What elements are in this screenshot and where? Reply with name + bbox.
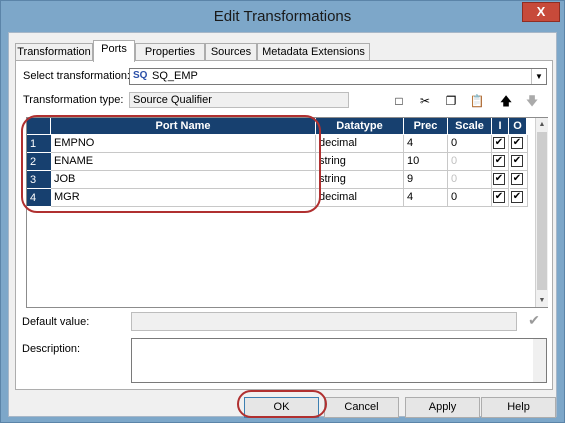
- port-name-cell[interactable]: MGR: [51, 189, 316, 207]
- output-port-checkbox[interactable]: ✔: [511, 137, 523, 149]
- description-field[interactable]: [131, 338, 547, 383]
- datatype-cell[interactable]: decimal: [316, 135, 404, 153]
- tab-metadata-extensions[interactable]: Metadata Extensions: [257, 43, 370, 61]
- prec-cell[interactable]: 10: [404, 153, 448, 171]
- table-row[interactable]: 1 EMPNO decimal 4 0 ✔ ✔: [27, 135, 537, 153]
- output-port-checkbox[interactable]: ✔: [511, 191, 523, 203]
- column-header-output[interactable]: O: [509, 118, 527, 134]
- help-button[interactable]: Help: [481, 397, 556, 418]
- scale-cell[interactable]: 0: [448, 135, 492, 153]
- input-port-checkbox[interactable]: ✔: [493, 191, 505, 203]
- input-port-checkbox[interactable]: ✔: [493, 173, 505, 185]
- description-label: Description:: [22, 343, 81, 355]
- close-button[interactable]: X: [522, 2, 560, 22]
- new-port-icon[interactable]: □: [390, 92, 408, 110]
- scale-cell[interactable]: 0: [448, 153, 492, 171]
- scale-cell[interactable]: 0: [448, 189, 492, 207]
- title-bar[interactable]: Edit Transformations X: [1, 1, 564, 32]
- row-header-corner: [27, 118, 51, 134]
- grid-vertical-scrollbar[interactable]: ▲ ▼: [535, 118, 548, 307]
- row-number[interactable]: 1: [27, 135, 51, 153]
- input-cell: ✔: [492, 135, 509, 153]
- output-port-checkbox[interactable]: ✔: [511, 173, 523, 185]
- output-cell: ✔: [510, 153, 528, 171]
- column-header-datatype[interactable]: Datatype: [316, 118, 404, 134]
- select-transformation-value: SQ_EMP: [152, 70, 198, 82]
- cut-icon[interactable]: ✂: [416, 92, 434, 110]
- select-transformation-label: Select transformation:: [23, 70, 130, 82]
- row-number[interactable]: 3: [27, 171, 51, 189]
- default-value-field[interactable]: [131, 312, 517, 331]
- move-down-icon[interactable]: 🡇: [523, 92, 541, 110]
- scale-cell[interactable]: 0: [448, 171, 492, 189]
- tab-properties[interactable]: Properties: [135, 43, 205, 61]
- cancel-button[interactable]: Cancel: [324, 397, 399, 418]
- table-row[interactable]: 4 MGR decimal 4 0 ✔ ✔: [27, 189, 537, 207]
- datatype-cell[interactable]: string: [316, 171, 404, 189]
- paste-icon[interactable]: 📋: [468, 92, 486, 110]
- chevron-down-icon[interactable]: ▼: [531, 69, 546, 84]
- ports-grid[interactable]: Port Name Datatype Prec Scale I O 1 EMPNO…: [26, 117, 548, 308]
- input-cell: ✔: [492, 189, 509, 207]
- port-name-cell[interactable]: ENAME: [51, 153, 316, 171]
- table-row[interactable]: 2 ENAME string 10 0 ✔ ✔: [27, 153, 537, 171]
- default-value-label: Default value:: [22, 316, 90, 328]
- dialog-client-area: Transformation Ports Properties Sources …: [8, 32, 557, 418]
- transformation-type-label: Transformation type:: [23, 94, 124, 106]
- port-name-cell[interactable]: JOB: [51, 171, 316, 189]
- copy-icon[interactable]: ❐: [442, 92, 460, 110]
- column-header-prec[interactable]: Prec: [404, 118, 448, 134]
- row-number[interactable]: 2: [27, 153, 51, 171]
- select-transformation-combo[interactable]: SQ SQ_EMP ▼: [129, 68, 547, 85]
- tab-sources[interactable]: Sources: [205, 43, 257, 61]
- ok-button[interactable]: OK: [244, 397, 319, 418]
- output-cell: ✔: [510, 135, 528, 153]
- tab-ports[interactable]: Ports: [93, 40, 135, 62]
- port-name-cell[interactable]: EMPNO: [51, 135, 316, 153]
- row-number[interactable]: 4: [27, 189, 51, 207]
- apply-button[interactable]: Apply: [405, 397, 480, 418]
- table-row[interactable]: 3 JOB string 9 0 ✔ ✔: [27, 171, 537, 189]
- description-scrollbar[interactable]: [533, 339, 546, 382]
- prec-cell[interactable]: 4: [404, 189, 448, 207]
- datatype-cell[interactable]: decimal: [316, 189, 404, 207]
- input-cell: ✔: [492, 171, 509, 189]
- scroll-down-icon[interactable]: ▼: [536, 294, 548, 307]
- prec-cell[interactable]: 9: [404, 171, 448, 189]
- output-cell: ✔: [510, 189, 528, 207]
- validate-check-icon[interactable]: ✔: [525, 312, 543, 330]
- datatype-cell[interactable]: string: [316, 153, 404, 171]
- column-header-input[interactable]: I: [492, 118, 509, 134]
- input-port-checkbox[interactable]: ✔: [493, 137, 505, 149]
- column-header-scale[interactable]: Scale: [448, 118, 492, 134]
- transformation-type-field: Source Qualifier: [129, 92, 349, 108]
- prec-cell[interactable]: 4: [404, 135, 448, 153]
- move-up-icon[interactable]: 🡅: [497, 92, 515, 110]
- scroll-thumb[interactable]: [537, 132, 547, 290]
- scroll-up-icon[interactable]: ▲: [536, 118, 548, 131]
- window-title: Edit Transformations: [213, 8, 352, 25]
- input-port-checkbox[interactable]: ✔: [493, 155, 505, 167]
- source-qualifier-icon: SQ: [133, 70, 148, 81]
- output-cell: ✔: [510, 171, 528, 189]
- output-port-checkbox[interactable]: ✔: [511, 155, 523, 167]
- edit-transformations-window: Edit Transformations X Transformation Po…: [0, 0, 565, 423]
- tab-transformation[interactable]: Transformation: [15, 43, 93, 61]
- input-cell: ✔: [492, 153, 509, 171]
- column-header-port-name[interactable]: Port Name: [51, 118, 316, 134]
